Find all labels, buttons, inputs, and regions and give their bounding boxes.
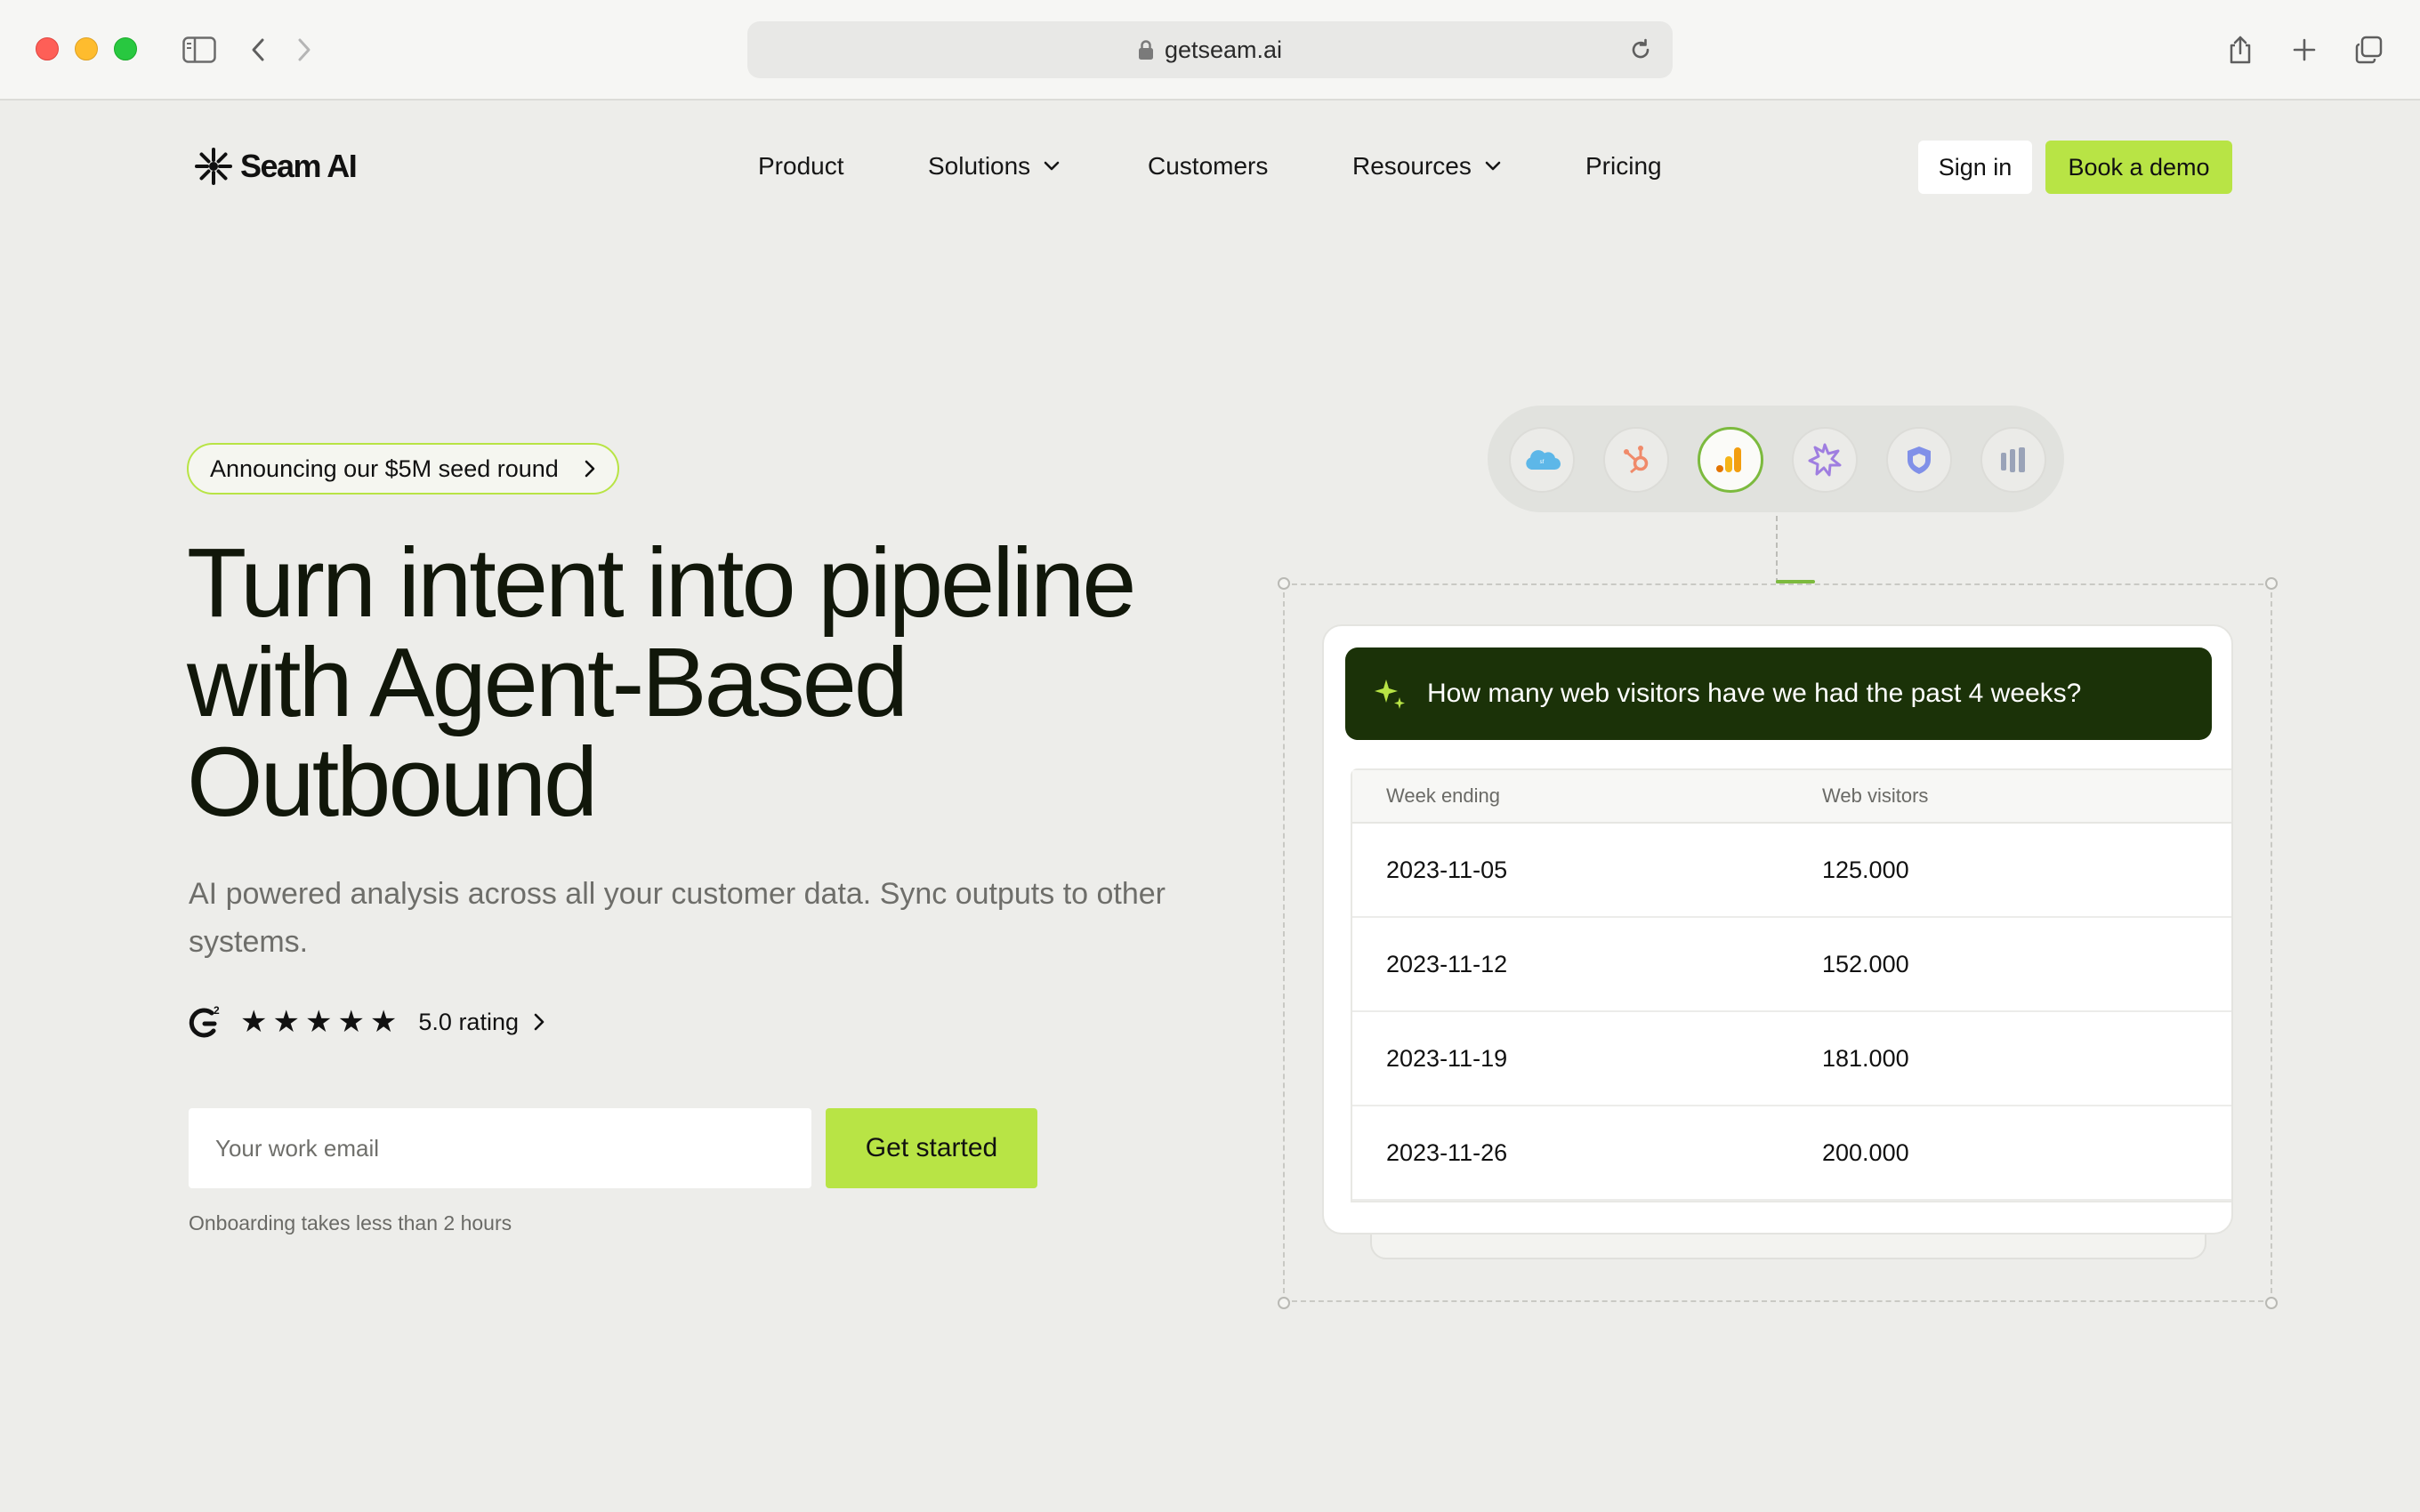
seam-logo[interactable]: Seam AI xyxy=(194,146,358,187)
frame-handle xyxy=(1278,577,1290,590)
nav-product[interactable]: Product xyxy=(758,146,844,187)
nav-resources[interactable]: Resources xyxy=(1352,146,1502,187)
cell-visitors: 125.000 xyxy=(1822,856,1909,883)
chevron-down-icon xyxy=(1043,161,1061,172)
nav-customers-label: Customers xyxy=(1148,152,1269,180)
forward-icon[interactable] xyxy=(286,32,322,68)
nav-solutions[interactable]: Solutions xyxy=(928,146,1061,187)
hubspot-icon[interactable] xyxy=(1603,427,1669,493)
rating-text: 5.0 rating xyxy=(418,1008,519,1035)
nav-product-label: Product xyxy=(758,152,844,180)
frame-handle xyxy=(2265,577,2278,590)
seam-logo-icon xyxy=(195,148,232,185)
chevron-down-icon xyxy=(1484,161,1502,172)
url-text: getseam.ai xyxy=(1164,36,1283,63)
column-header-visitors: Web visitors xyxy=(1822,784,1929,807)
salesforce-icon[interactable]: sf xyxy=(1509,427,1575,493)
back-icon[interactable] xyxy=(240,32,276,68)
chevron-right-icon xyxy=(584,459,596,479)
table-header: Week ending Web visitors xyxy=(1352,770,2231,824)
connector-line xyxy=(1776,516,1778,583)
work-email-input[interactable] xyxy=(189,1108,811,1188)
cell-week: 2023-11-05 xyxy=(1386,856,1508,883)
results-table: Week ending Web visitors 2023-11-05 125.… xyxy=(1351,768,2231,1202)
cell-week: 2023-11-26 xyxy=(1386,1138,1508,1166)
nav-solutions-label: Solutions xyxy=(928,152,1031,180)
bars-icon[interactable] xyxy=(1980,427,2046,493)
share-icon[interactable] xyxy=(2222,32,2258,68)
demo-card: How many web visitors have we had the pa… xyxy=(1322,624,2233,1235)
frame-handle xyxy=(1278,1297,1290,1309)
question-text: How many web visitors have we had the pa… xyxy=(1427,679,2082,708)
svg-text:2: 2 xyxy=(214,1004,220,1017)
shield-icon[interactable] xyxy=(1886,427,1952,493)
tab-overview-icon[interactable] xyxy=(2351,32,2386,68)
nav-pricing-label: Pricing xyxy=(1585,152,1662,180)
g2-logo-icon: 2 xyxy=(189,1004,220,1038)
book-demo-button[interactable]: Book a demo xyxy=(2045,141,2232,194)
cell-visitors: 181.000 xyxy=(1822,1044,1909,1072)
table-row: 2023-11-26 200.000 xyxy=(1352,1106,2231,1201)
cell-visitors: 152.000 xyxy=(1822,950,1909,977)
announcement-text: Announcing our $5M seed round xyxy=(210,454,559,482)
headline-line-2: with Agent-Based xyxy=(187,628,908,737)
minimize-window-button[interactable] xyxy=(75,37,98,60)
headline-line-3: Outbound xyxy=(187,728,598,837)
onboarding-note: Onboarding takes less than 2 hours xyxy=(189,1211,512,1235)
lock-icon xyxy=(1138,40,1153,60)
column-header-week: Week ending xyxy=(1386,784,1501,807)
browser-toolbar: getseam.ai xyxy=(0,0,2420,101)
get-started-button[interactable]: Get started xyxy=(826,1108,1037,1188)
nav-resources-label: Resources xyxy=(1352,152,1472,180)
svg-text:sf: sf xyxy=(1540,460,1545,465)
hero-subtitle: AI powered analysis across all your cust… xyxy=(189,877,1166,959)
nav-customers[interactable]: Customers xyxy=(1148,146,1268,187)
star-rating-icons: ★★★★★ xyxy=(240,1005,403,1039)
logo-text: Seam AI xyxy=(240,148,358,184)
google-analytics-icon[interactable] xyxy=(1698,427,1763,493)
cell-visitors: 200.000 xyxy=(1822,1138,1909,1166)
cell-week: 2023-11-12 xyxy=(1386,950,1508,977)
integrations-bar: sf xyxy=(1488,406,2064,512)
sign-in-button[interactable]: Sign in xyxy=(1918,141,2032,194)
table-row: 2023-11-19 181.000 xyxy=(1352,1012,2231,1106)
announcement-pill[interactable]: Announcing our $5M seed round xyxy=(187,443,619,495)
g2-rating[interactable]: 2 ★★★★★ 5.0 rating xyxy=(187,1001,545,1042)
table-row: 2023-11-05 125.000 xyxy=(1352,824,2231,918)
headline-line-1: Turn intent into pipeline xyxy=(187,528,1136,638)
reload-icon[interactable] xyxy=(1625,34,1657,66)
starburst-icon[interactable] xyxy=(1792,427,1858,493)
nav-pricing[interactable]: Pricing xyxy=(1585,146,1662,187)
sparkle-icon xyxy=(1375,680,1405,709)
question-bar: How many web visitors have we had the pa… xyxy=(1345,647,2212,740)
frame-handle xyxy=(2265,1297,2278,1309)
chevron-right-icon xyxy=(533,1012,545,1032)
new-tab-icon[interactable] xyxy=(2287,32,2322,68)
close-window-button[interactable] xyxy=(36,37,59,60)
sidebar-toggle-icon[interactable] xyxy=(182,32,217,68)
zoom-window-button[interactable] xyxy=(114,37,137,60)
address-bar[interactable]: getseam.ai xyxy=(747,21,1673,78)
table-row: 2023-11-12 152.000 xyxy=(1352,918,2231,1012)
hero-headline: Turn intent into pipeline with Agent-Bas… xyxy=(187,534,1254,832)
cell-week: 2023-11-19 xyxy=(1386,1044,1508,1072)
